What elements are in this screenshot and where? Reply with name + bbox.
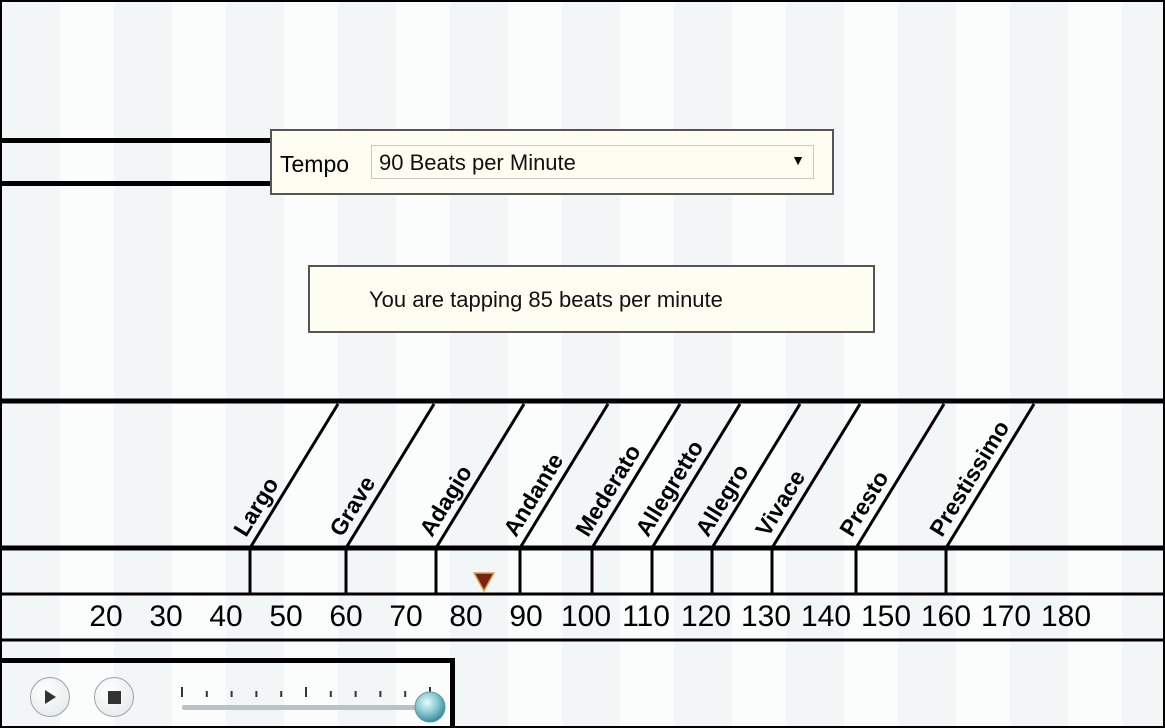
scale-number: 150 [861, 600, 911, 633]
slider-knob [414, 691, 446, 723]
scale-number: 180 [1041, 600, 1091, 633]
scale-number: 20 [89, 600, 122, 633]
scale-number: 170 [981, 600, 1031, 633]
tapping-marker-icon [472, 572, 496, 593]
play-icon [45, 690, 56, 704]
tempo-term-label: Adagio [414, 461, 477, 541]
slider-track [182, 705, 430, 710]
player-controls [2, 658, 455, 726]
scale-number: 60 [329, 600, 362, 633]
scale-number: 130 [741, 600, 791, 633]
tempo-scale: Largo Grave Adagio Andante MederatoAllegrett… [2, 398, 1163, 642]
volume-slider[interactable] [172, 679, 452, 723]
scale-number: 100 [561, 600, 611, 633]
stop-icon [108, 691, 121, 704]
scale-number: 50 [269, 600, 302, 633]
scale-number: 70 [389, 600, 422, 633]
scale-number: 140 [801, 600, 851, 633]
app-frame: Tempo 90 Beats per Minute ▼ You are tapp… [0, 0, 1165, 728]
stop-button[interactable] [94, 677, 134, 717]
play-button[interactable] [30, 677, 70, 717]
scale-number: 40 [209, 600, 242, 633]
scale-number: 120 [681, 600, 731, 633]
scale-number: 80 [449, 600, 482, 633]
scale-number: 160 [921, 600, 971, 633]
scale-number: 110 [622, 600, 670, 633]
tempo-term-label: Prestissimo [924, 416, 1014, 541]
scale-number: 30 [149, 600, 182, 633]
scale-number: 90 [509, 600, 542, 633]
